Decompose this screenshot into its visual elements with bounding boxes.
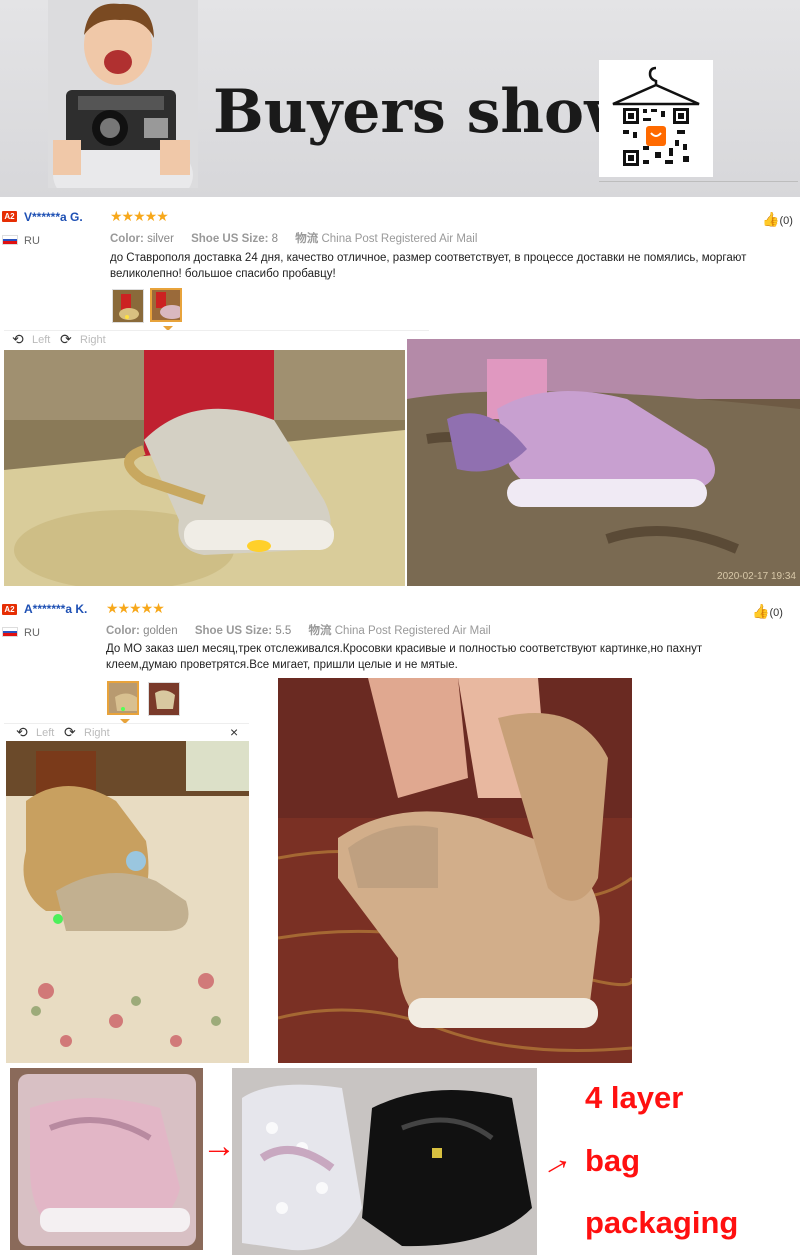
photo-toolbar: ⟲ Left ⟳ Right bbox=[4, 330, 429, 350]
review-photo-thumbnail-selected[interactable] bbox=[150, 288, 182, 322]
rotate-right-label[interactable]: Right bbox=[84, 727, 110, 739]
banner-title: Buyers show bbox=[213, 77, 636, 147]
review-item: A2 A*******a K. RU ★★★★★ Color: golden S… bbox=[0, 590, 800, 1070]
review-photo-large: 2020-02-17 19:34 bbox=[407, 339, 800, 586]
shipping-value: China Post Registered Air Mail bbox=[321, 233, 478, 245]
reviewer-country: RU bbox=[24, 235, 40, 247]
reviewer-country: RU bbox=[24, 627, 40, 639]
star-rating: ★★★★★ bbox=[106, 600, 165, 616]
rotate-left-label[interactable]: Left bbox=[32, 334, 50, 346]
size-value: 5.5 bbox=[275, 625, 292, 637]
arrow-icon: → bbox=[202, 1127, 236, 1165]
review-item: A2 V******a G. RU ★★★★★ Color: silver Sh… bbox=[0, 197, 800, 587]
arrow-icon: → bbox=[530, 1137, 579, 1188]
thumbs-up-icon: 👍 bbox=[762, 211, 780, 227]
russia-flag-icon bbox=[2, 627, 18, 637]
like-count: (0) bbox=[779, 215, 793, 227]
packaging-label-line1: 4 layer bbox=[585, 1080, 684, 1115]
reviewer-name[interactable]: A*******a K. bbox=[24, 602, 87, 616]
like-button[interactable]: 👍(0) bbox=[752, 603, 783, 620]
color-label: Color: bbox=[106, 625, 140, 637]
hanger-icon bbox=[612, 66, 700, 106]
color-value: golden bbox=[143, 625, 178, 637]
qr-code-icon bbox=[599, 60, 713, 177]
shipping-label: 物流 bbox=[308, 625, 332, 637]
packaging-photo-bagged-shoes bbox=[10, 1068, 203, 1250]
order-info: Color: golden Shoe US Size: 5.5 物流 China… bbox=[106, 622, 491, 638]
shipping-value: China Post Registered Air Mail bbox=[334, 625, 491, 637]
review-text: до Ставрополя доставка 24 дня, качество … bbox=[110, 252, 747, 280]
review-photo-thumbnail-selected[interactable] bbox=[107, 681, 139, 715]
review-photo-large bbox=[6, 741, 249, 1063]
buyers-show-banner: Buyers show bbox=[0, 0, 800, 197]
like-count: (0) bbox=[769, 607, 783, 619]
rotate-left-icon[interactable]: ⟲ bbox=[16, 724, 28, 741]
divider bbox=[599, 181, 798, 182]
reviewer-name[interactable]: V******a G. bbox=[24, 210, 83, 224]
review-photo-thumbnail[interactable] bbox=[148, 682, 180, 716]
star-rating: ★★★★★ bbox=[110, 208, 169, 224]
rotate-left-label[interactable]: Left bbox=[36, 727, 54, 739]
photo-toolbar: ⟲ Left ⟳ Right bbox=[4, 723, 249, 743]
order-info: Color: silver Shoe US Size: 8 物流 China P… bbox=[110, 230, 477, 246]
color-value: silver bbox=[147, 233, 174, 245]
review-photo-thumbnail[interactable] bbox=[112, 289, 144, 323]
packaging-label-line3: packaging bbox=[585, 1205, 739, 1240]
user-level-badge: A2 bbox=[2, 604, 17, 615]
like-button[interactable]: 👍(0) bbox=[762, 211, 793, 228]
size-label: Shoe US Size: bbox=[194, 625, 273, 637]
size-label: Shoe US Size: bbox=[191, 233, 269, 245]
rotate-right-label[interactable]: Right bbox=[80, 334, 106, 346]
rotate-right-icon[interactable]: ⟳ bbox=[60, 331, 72, 348]
review-photo-large bbox=[278, 678, 632, 1063]
close-icon[interactable]: × bbox=[230, 724, 238, 740]
thumbs-up-icon: 👍 bbox=[752, 603, 770, 619]
boy-with-camera-image bbox=[48, 0, 198, 197]
shipping-label: 物流 bbox=[295, 233, 319, 245]
rotate-left-icon[interactable]: ⟲ bbox=[12, 331, 24, 348]
color-label: Color: bbox=[110, 233, 144, 245]
user-level-badge: A2 bbox=[2, 211, 17, 222]
rotate-right-icon[interactable]: ⟳ bbox=[64, 724, 76, 741]
packaging-photo-wrapped bbox=[232, 1068, 537, 1255]
review-photo-large bbox=[4, 350, 405, 586]
photo-timestamp: 2020-02-17 19:34 bbox=[717, 571, 796, 582]
size-value: 8 bbox=[271, 233, 279, 245]
review-text: До МО заказ шел месяц,трек отслеживался.… bbox=[106, 643, 703, 671]
russia-flag-icon bbox=[2, 235, 18, 245]
packaging-label-line2: bag bbox=[585, 1143, 641, 1178]
